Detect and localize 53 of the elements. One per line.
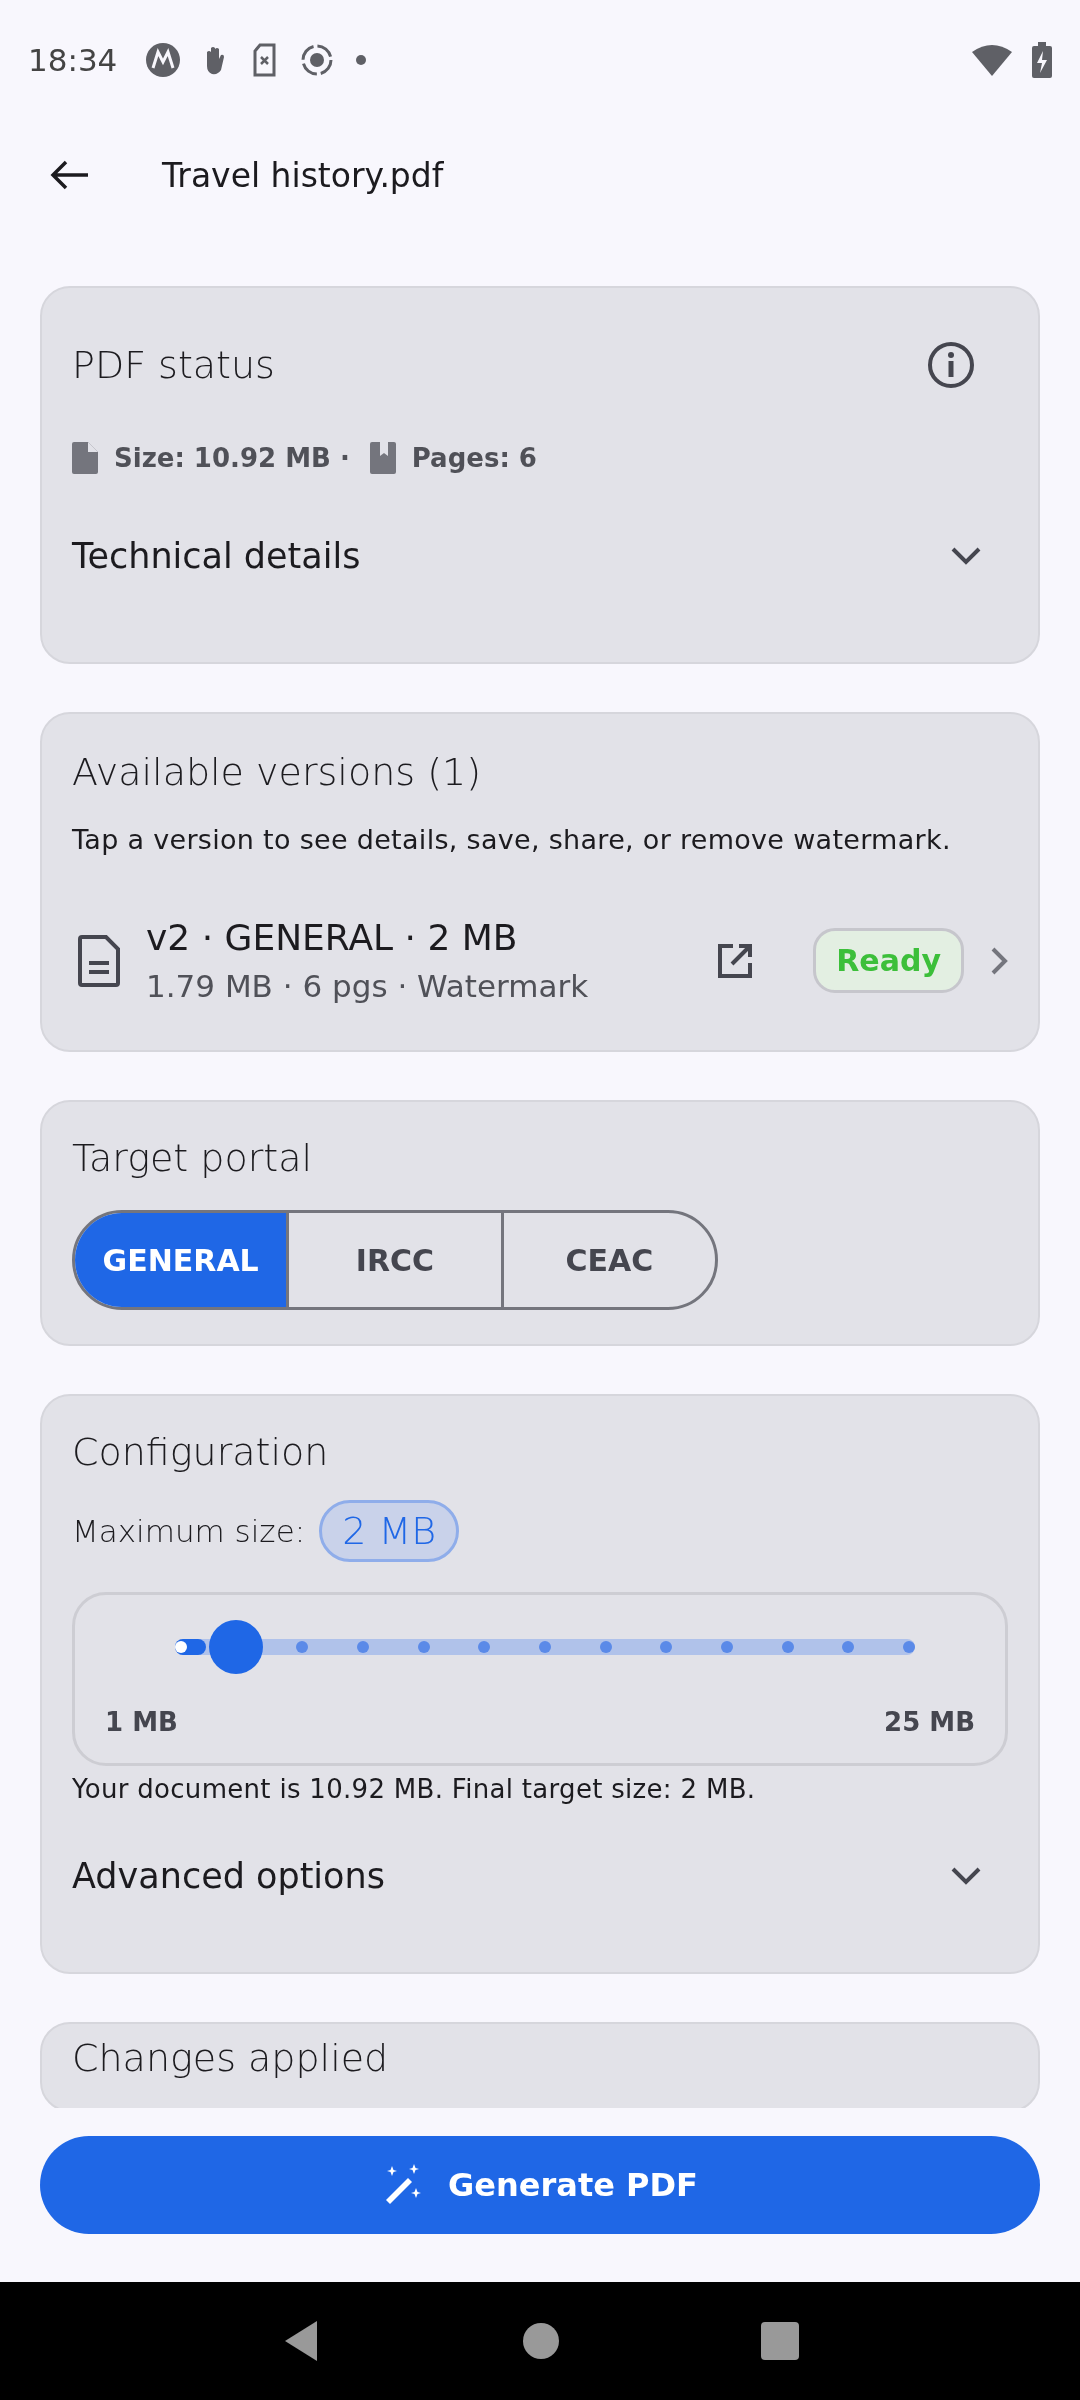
size-summary: Your document is 10.92 MB. Final target size: 2 MB. [72, 1774, 757, 1804]
tick-mark [903, 1641, 915, 1653]
pages-text: Pages: 6 [411, 443, 537, 473]
recents-nav-icon[interactable] [761, 2322, 800, 2360]
document-icon [78, 934, 120, 987]
tick-mark [296, 1641, 309, 1653]
max-label: 25 MB [884, 1707, 975, 1737]
tick-mark [175, 1641, 187, 1653]
version-details: 1.79 MB · 6 pgs · Watermark [146, 968, 590, 1004]
back-icon[interactable] [50, 159, 90, 191]
info-icon[interactable] [926, 340, 976, 390]
battery-icon [1032, 42, 1052, 78]
tick-mark [781, 1641, 794, 1653]
home-nav-icon[interactable] [522, 2322, 560, 2360]
version-title: v2 · GENERAL · 2 MB [146, 917, 519, 958]
tick-mark [478, 1641, 491, 1653]
tick-mark [417, 1641, 430, 1653]
tick-mark [599, 1641, 612, 1653]
dot-icon [355, 54, 368, 66]
card-title: Target portal [72, 1136, 314, 1180]
file-icon [72, 442, 98, 474]
min-label: 1 MB [105, 1707, 178, 1737]
versions-hint: Tap a version to see details, save, share, or remove watermark. [72, 824, 952, 855]
portal-option[interactable]: GENERAL [75, 1213, 287, 1307]
maximum-size-label: Maximum size: [72, 1513, 306, 1549]
card-title: Available versions (1) [72, 750, 482, 794]
portal-option[interactable]: IRCC [286, 1213, 501, 1307]
status-time: 18:34 [28, 42, 118, 78]
advanced-options-row[interactable]: Advanced options [72, 1856, 1008, 1896]
card-title: Configuration [72, 1430, 330, 1474]
generate-pdf-button[interactable]: Generate PDF [40, 2136, 1040, 2234]
tick-mark [357, 1641, 369, 1653]
card-title: PDF status [72, 343, 275, 387]
chevron-icon [950, 1866, 982, 1886]
open-external-icon[interactable] [717, 942, 754, 979]
wifi-icon [972, 44, 1012, 76]
tick-mark [539, 1641, 551, 1653]
size-chip: 2 MB [319, 1500, 460, 1562]
technical-details-row[interactable]: Technical details [72, 536, 1008, 576]
size-text: Size: 10.92 MB · [114, 443, 350, 473]
portal-option[interactable]: CEAC [500, 1213, 715, 1307]
status-badge: Ready [813, 928, 964, 993]
slider-thumb[interactable] [209, 1620, 264, 1674]
tick-mark [842, 1641, 855, 1653]
logo-icon [145, 42, 182, 78]
screen-title: Travel history.pdf [162, 155, 444, 195]
chevron-right-icon [990, 945, 1008, 976]
chevron-icon [950, 546, 982, 566]
tick-mark [660, 1641, 673, 1653]
version-item[interactable]: v2 · GENERAL · 2 MB 1.79 MB · 6 pgs · Watermark Ready [72, 917, 1008, 1004]
book-icon [369, 442, 396, 474]
tick-mark [721, 1641, 733, 1653]
card-title: Changes applied [72, 2036, 390, 2080]
